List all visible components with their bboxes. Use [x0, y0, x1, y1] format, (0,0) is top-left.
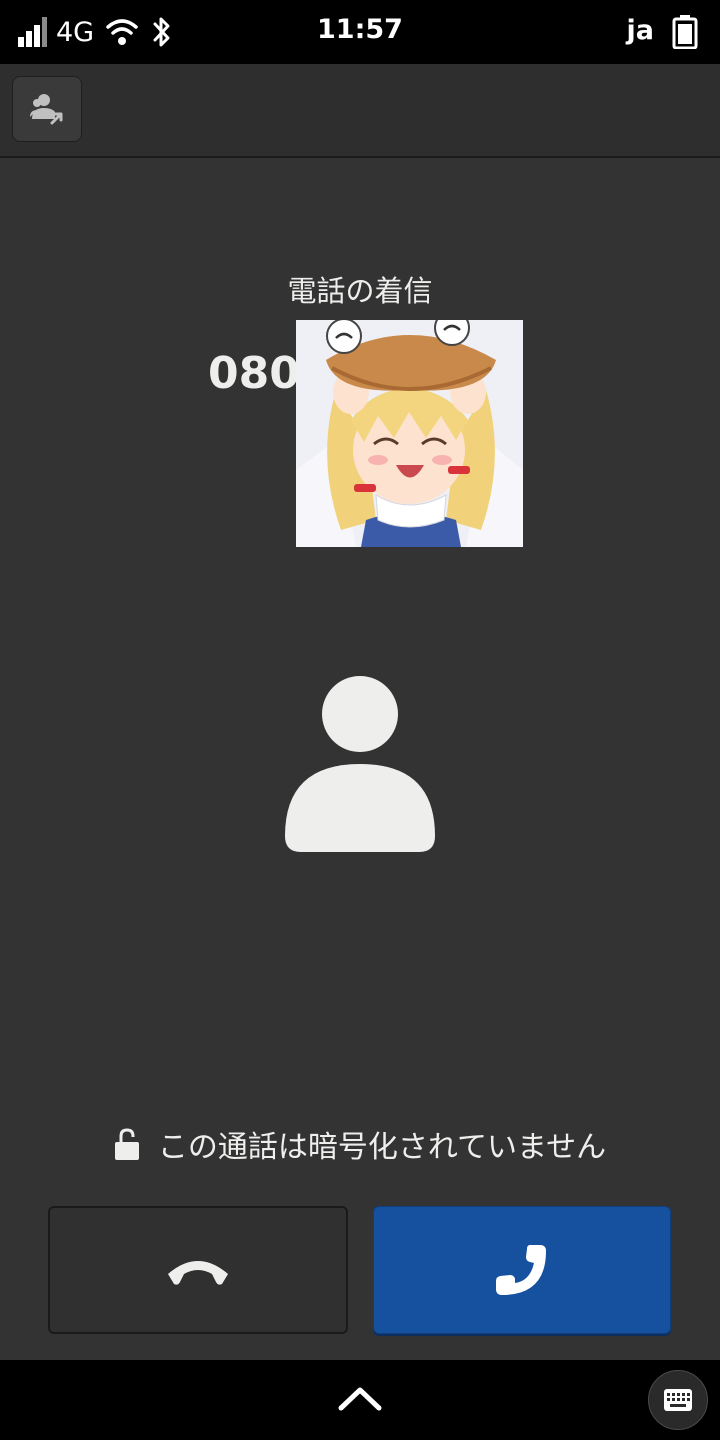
- status-clock: 11:57: [317, 14, 403, 45]
- battery-icon: [672, 15, 698, 49]
- phone-hangup-icon: [168, 1261, 228, 1285]
- caller-number: 080: [208, 348, 300, 399]
- status-bar: 4G 11:57 ja: [0, 0, 720, 64]
- caller-image: [296, 320, 523, 547]
- accept-call-button[interactable]: [373, 1206, 671, 1334]
- decline-call-button[interactable]: [48, 1206, 348, 1334]
- encryption-status: この通話は暗号化されていません: [0, 1124, 720, 1165]
- navigation-bar: [0, 1360, 720, 1440]
- contacts-button[interactable]: [12, 76, 82, 142]
- encryption-status-text: この通話は暗号化されていません: [157, 1130, 607, 1165]
- header-bar: [0, 64, 720, 158]
- call-state-label: 電話の着信: [287, 274, 433, 308]
- phone-answer-icon: [496, 1245, 546, 1295]
- contact-forward-icon: [30, 94, 63, 125]
- unlocked-padlock-icon: [114, 1128, 139, 1160]
- keyboard-toggle-button[interactable]: [648, 1370, 708, 1430]
- chevron-up-icon[interactable]: [336, 1380, 384, 1416]
- person-placeholder-icon: [285, 676, 435, 852]
- keyboard-icon: [664, 1389, 692, 1411]
- input-language-indicator: ja: [626, 15, 654, 46]
